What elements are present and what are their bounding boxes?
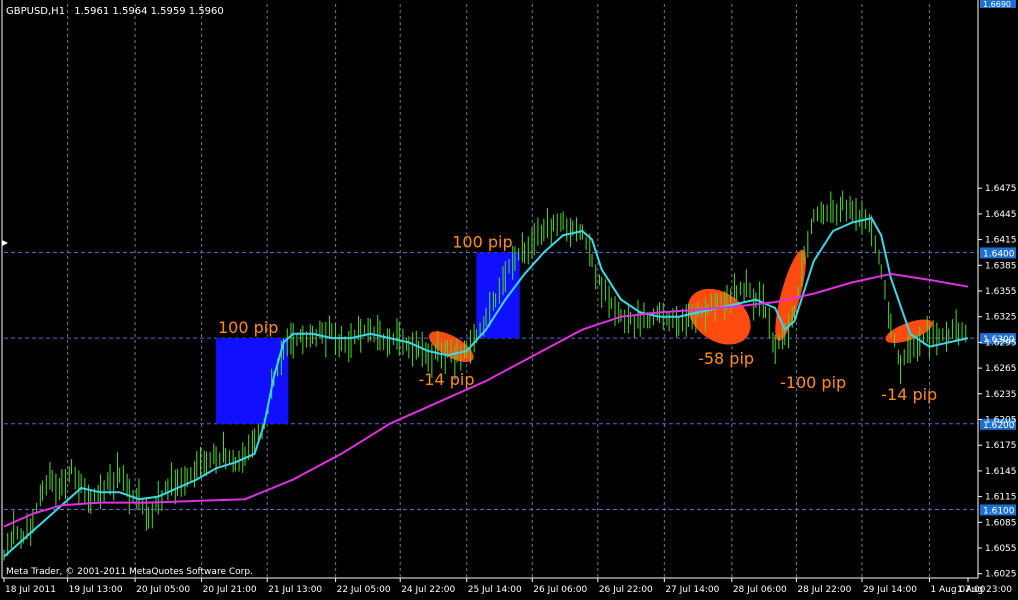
x-tick-label: 27 Jul 14:00 (665, 585, 719, 595)
quote-values: 1.5961 1.5964 1.5959 1.5960 (74, 6, 224, 17)
y-tick-label: 1.6265 (985, 364, 1017, 374)
x-tick-label: 1 Aug 23:00 (957, 585, 1012, 595)
y-tick-label: 1.6355 (985, 287, 1017, 297)
y-axis-labels: 1.6475 1.6445 1.6415 1.6385 1.6355 1.6325 1.62… (978, 184, 1017, 580)
x-tick-label: 29 Jul 14:00 (863, 585, 917, 595)
x-tick-label: 28 Jul 06:00 (733, 585, 787, 595)
pip-annotation: -14 pip (419, 370, 475, 389)
y-tick-label: 1.6085 (985, 518, 1017, 528)
top-level-label: 1.6690 (983, 0, 1011, 9)
x-tick-label: 25 Jul 14:00 (468, 585, 522, 595)
loss-ellipse (687, 288, 751, 345)
y-tick-label: 1.6445 (985, 210, 1017, 220)
x-tick-label: 18 Jul 2011 (5, 585, 56, 595)
chart-header: GBPUSD,H1 1.5961 1.5964 1.5959 1.5960 (6, 6, 224, 17)
left-pointer-icon (2, 240, 8, 246)
chart-svg: 1.64001.63001.62001.61001.6690 100 pip10… (1, 0, 1017, 595)
y-tick-label: 1.6475 (985, 184, 1017, 194)
profit-box (216, 338, 289, 424)
y-tick-label: 1.6325 (985, 313, 1017, 323)
copyright-text: Meta Trader, © 2001-2011 MetaQuotes Soft… (6, 567, 253, 577)
x-tick-label: 28 Jul 22:00 (797, 585, 851, 595)
x-tick-label: 19 Jul 13:00 (69, 585, 123, 595)
x-tick-label: 20 Jul 21:00 (203, 585, 257, 595)
y-tick-label: 1.6115 (985, 493, 1017, 503)
symbol-label: GBPUSD,H1 (6, 6, 65, 17)
y-tick-label: 1.6055 (985, 544, 1017, 554)
y-tick-label: 1.6205 (985, 416, 1017, 426)
y-tick-label: 1.6025 (985, 570, 1017, 580)
y-tick-label: 1.6145 (985, 467, 1017, 477)
x-tick-label: 21 Jul 13:00 (268, 585, 322, 595)
x-tick-label: 26 Jul 06:00 (533, 585, 587, 595)
pip-annotation: 100 pip (218, 318, 278, 337)
pip-annotation: -58 pip (698, 349, 754, 368)
x-tick-label: 22 Jul 05:00 (337, 585, 391, 595)
x-tick-label: 24 Jul 22:00 (401, 585, 455, 595)
y-tick-label: 1.6415 (985, 236, 1017, 246)
price-chart[interactable]: 1.6400 1.6300 1.6200 1.6100 1.6690 100 pip 10… (0, 0, 1018, 596)
y-tick-label: 1.6295 (985, 338, 1017, 348)
x-axis-labels: 18 Jul 2011 19 Jul 13:00 20 Jul 05:00 20 Ju… (3, 578, 1012, 595)
y-tick-label: 1.6235 (985, 390, 1017, 400)
profit-box (476, 252, 520, 339)
pip-annotation: 100 pip (452, 232, 512, 251)
y-tick-label: 1.6175 (985, 441, 1017, 451)
pip-annotation: -100 pip (780, 373, 846, 392)
x-tick-label: 26 Jul 22:00 (599, 585, 653, 595)
pip-annotation: -14 pip (881, 385, 937, 404)
y-tick-label: 1.6385 (985, 261, 1017, 271)
x-tick-label: 20 Jul 05:00 (136, 585, 190, 595)
price-level-label: 1.6100 (983, 506, 1015, 516)
price-level-label: 1.6400 (983, 249, 1015, 259)
annotations-layer: 100 pip 100 pip -14 pip -58 pip -100 pip -14 … (218, 232, 937, 403)
